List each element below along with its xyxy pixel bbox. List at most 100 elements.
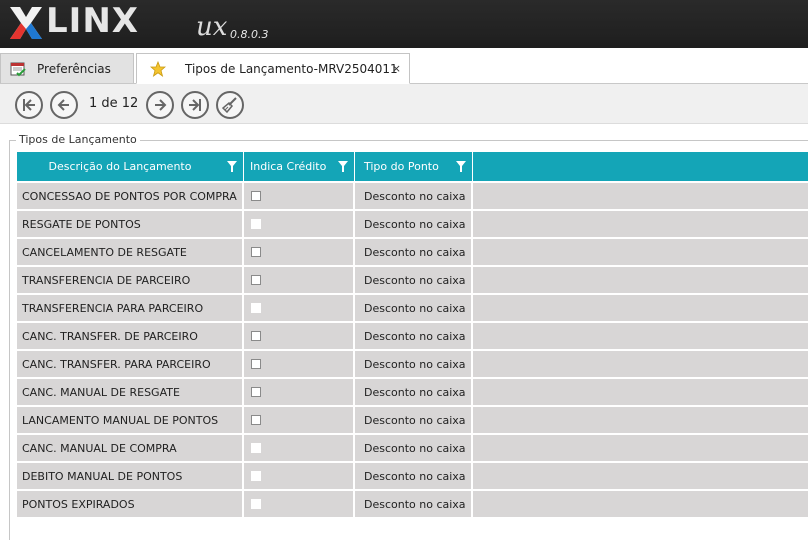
group-title: Tipos de Lançamento: [16, 133, 140, 146]
indica-credito-checkbox[interactable]: [251, 247, 261, 257]
arrow-left-icon: [57, 99, 69, 111]
brand-name: LINX: [46, 1, 139, 41]
cell-tipo-do-ponto: Desconto no caixa: [355, 183, 473, 209]
cell-tipo-do-ponto: Desconto no caixa: [355, 435, 473, 461]
cell-indica-credito: [244, 267, 355, 293]
next-page-button[interactable]: [146, 91, 174, 119]
table-row[interactable]: CANC. TRANSFER. PARA PARCEIRO Desconto no…: [17, 351, 808, 379]
cell-tipo-do-ponto: Desconto no caixa: [355, 239, 473, 265]
grid-header: Descrição do Lançamento Indica Crédito T…: [17, 152, 808, 181]
filter-icon[interactable]: [338, 161, 348, 172]
first-page-icon: [23, 99, 35, 111]
cell-tipo-do-ponto: Desconto no caixa: [355, 295, 473, 321]
table-row[interactable]: CANC. TRANSFER. DE PARCEIRO Desconto no c…: [17, 323, 808, 351]
column-header-indica-credito[interactable]: Indica Crédito: [244, 152, 355, 181]
cell-descricao: PONTOS EXPIRADOS: [17, 491, 244, 517]
column-label: Tipo do Ponto: [364, 160, 439, 173]
cell-indica-credito: [244, 183, 355, 209]
record-toolbar: 1 de 12: [0, 84, 808, 124]
table-row[interactable]: CANCELAMENTO DE RESGATE Desconto no caixa: [17, 239, 808, 267]
indica-credito-checkbox[interactable]: [251, 415, 261, 425]
column-label: Indica Crédito: [250, 160, 327, 173]
table-row[interactable]: RESGATE DE PONTOS Desconto no caixa: [17, 211, 808, 239]
table-row[interactable]: CONCESSAO DE PONTOS POR COMPRA Desconto n…: [17, 183, 808, 211]
indica-credito-checkbox[interactable]: [251, 303, 261, 313]
indica-credito-checkbox[interactable]: [251, 275, 261, 285]
cell-descricao: TRANSFERENCIA PARA PARCEIRO: [17, 295, 244, 321]
indica-credito-checkbox[interactable]: [251, 443, 261, 453]
filter-icon[interactable]: [227, 161, 237, 172]
cell-descricao: CONCESSAO DE PONTOS POR COMPRA: [17, 183, 244, 209]
cell-tipo-do-ponto: Desconto no caixa: [355, 379, 473, 405]
cell-empty: [473, 239, 808, 265]
tab-preferencias[interactable]: Preferências: [0, 53, 134, 84]
close-tab-icon[interactable]: ×: [392, 62, 401, 75]
cell-descricao: CANC. MANUAL DE COMPRA: [17, 435, 244, 461]
cell-empty: [473, 183, 808, 209]
calendar-check-icon: [9, 61, 27, 77]
cell-tipo-do-ponto: Desconto no caixa: [355, 407, 473, 433]
tab-strip: Preferências Tipos de Lançamento-MRV2504…: [0, 48, 808, 84]
indica-credito-checkbox[interactable]: [251, 387, 261, 397]
page-indicator: 1 de 12: [89, 96, 139, 111]
indica-credito-checkbox[interactable]: [251, 471, 261, 481]
cell-indica-credito: [244, 463, 355, 489]
cell-empty: [473, 351, 808, 377]
table-row[interactable]: TRANSFERENCIA DE PARCEIRO Desconto no cai…: [17, 267, 808, 295]
indica-credito-checkbox[interactable]: [251, 191, 261, 201]
cell-descricao: RESGATE DE PONTOS: [17, 211, 244, 237]
broom-icon: [221, 97, 237, 114]
cell-empty: [473, 435, 808, 461]
clear-filter-button[interactable]: [216, 91, 244, 119]
filter-icon[interactable]: [456, 161, 466, 172]
table-row[interactable]: CANC. MANUAL DE COMPRA Desconto no caixa: [17, 435, 808, 463]
indica-credito-checkbox[interactable]: [251, 331, 261, 341]
cell-indica-credito: [244, 351, 355, 377]
cell-indica-credito: [244, 239, 355, 265]
cell-indica-credito: [244, 295, 355, 321]
cell-empty: [473, 323, 808, 349]
table-row[interactable]: DEBITO MANUAL DE PONTOS Desconto no caixa: [17, 463, 808, 491]
arrow-right-icon: [155, 99, 167, 111]
first-page-button[interactable]: [15, 91, 43, 119]
grid-body: CONCESSAO DE PONTOS POR COMPRA Desconto n…: [17, 183, 808, 519]
table-row[interactable]: PONTOS EXPIRADOS Desconto no caixa: [17, 491, 808, 519]
tab-label: Tipos de Lançamento-MRV2504011: [185, 61, 398, 76]
table-row[interactable]: CANC. MANUAL DE RESGATE Desconto no caixa: [17, 379, 808, 407]
table-row[interactable]: TRANSFERENCIA PARA PARCEIRO Desconto no c…: [17, 295, 808, 323]
cell-empty: [473, 267, 808, 293]
star-icon: [149, 60, 167, 77]
version-label: 0.8.0.3: [230, 28, 269, 41]
cell-descricao: CANC. TRANSFER. DE PARCEIRO: [17, 323, 244, 349]
cell-descricao: CANC. MANUAL DE RESGATE: [17, 379, 244, 405]
cell-tipo-do-ponto: Desconto no caixa: [355, 323, 473, 349]
indica-credito-checkbox[interactable]: [251, 499, 261, 509]
cell-indica-credito: [244, 379, 355, 405]
app-header: LINX ux 0.8.0.3: [0, 0, 808, 48]
column-header-descricao[interactable]: Descrição do Lançamento: [17, 152, 244, 181]
cell-empty: [473, 491, 808, 517]
linx-logo-icon: [10, 7, 42, 39]
column-header-tipo-do-ponto[interactable]: Tipo do Ponto: [355, 152, 473, 181]
last-page-button[interactable]: [181, 91, 209, 119]
tab-tipos-de-lancamento[interactable]: Tipos de Lançamento-MRV2504011 ×: [136, 53, 410, 84]
column-label: Descrição do Lançamento: [48, 160, 192, 173]
cell-descricao: DEBITO MANUAL DE PONTOS: [17, 463, 244, 489]
cell-tipo-do-ponto: Desconto no caixa: [355, 463, 473, 489]
cell-empty: [473, 211, 808, 237]
cell-tipo-do-ponto: Desconto no caixa: [355, 491, 473, 517]
tab-label: Preferências: [37, 62, 111, 76]
indica-credito-checkbox[interactable]: [251, 359, 261, 369]
cell-descricao: CANC. TRANSFER. PARA PARCEIRO: [17, 351, 244, 377]
cell-indica-credito: [244, 211, 355, 237]
brand-suffix: ux: [196, 12, 228, 42]
cell-indica-credito: [244, 435, 355, 461]
cell-descricao: LANCAMENTO MANUAL DE PONTOS: [17, 407, 244, 433]
cell-tipo-do-ponto: Desconto no caixa: [355, 267, 473, 293]
cell-tipo-do-ponto: Desconto no caixa: [355, 211, 473, 237]
indica-credito-checkbox[interactable]: [251, 219, 261, 229]
cell-tipo-do-ponto: Desconto no caixa: [355, 351, 473, 377]
cell-descricao: CANCELAMENTO DE RESGATE: [17, 239, 244, 265]
table-row[interactable]: LANCAMENTO MANUAL DE PONTOS Desconto no c…: [17, 407, 808, 435]
previous-page-button[interactable]: [50, 91, 78, 119]
